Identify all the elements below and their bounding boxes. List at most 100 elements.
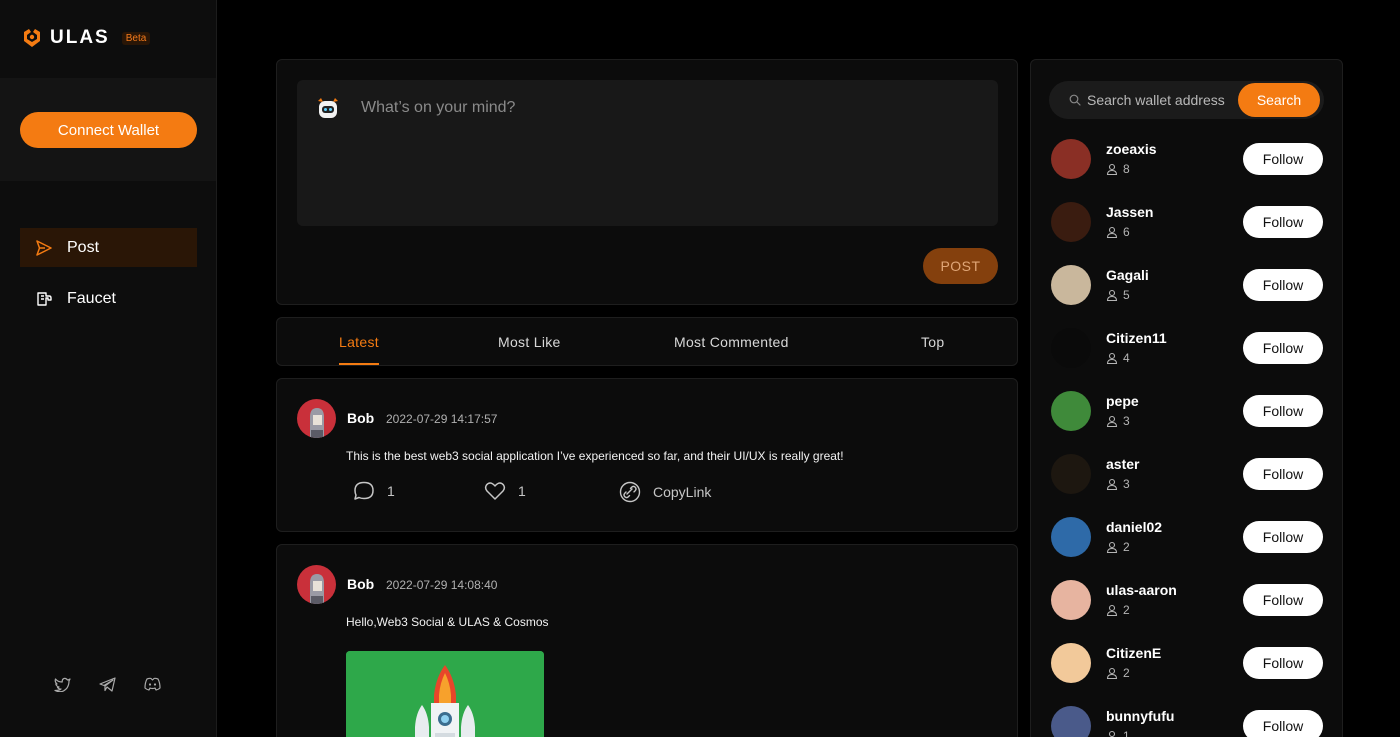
- tab-most-like[interactable]: Most Like: [498, 318, 561, 365]
- follower-count-value: 2: [1123, 666, 1130, 680]
- follower-count-value: 1: [1123, 729, 1130, 737]
- follow-button[interactable]: Follow: [1243, 332, 1323, 364]
- user-name[interactable]: bunnyfufu: [1106, 708, 1174, 724]
- avatar[interactable]: [297, 565, 336, 604]
- tab-top[interactable]: Top: [921, 318, 944, 365]
- send-icon: [34, 238, 54, 258]
- user-name[interactable]: Gagali: [1106, 267, 1149, 283]
- post-author[interactable]: Bob: [347, 410, 374, 426]
- avatar[interactable]: [1051, 580, 1091, 620]
- tab-latest[interactable]: Latest: [339, 318, 379, 365]
- brand-name: ULAS: [50, 27, 110, 48]
- user-name[interactable]: Jassen: [1106, 204, 1153, 220]
- connect-wallet-button[interactable]: Connect Wallet: [20, 112, 197, 148]
- user-row: ulas-aaron 2 Follow: [1051, 580, 1323, 620]
- composer-input[interactable]: [361, 96, 961, 120]
- avatar[interactable]: [1051, 706, 1091, 737]
- discord-icon[interactable]: [144, 677, 162, 695]
- bob-avatar-icon: [297, 399, 336, 438]
- nav-item-faucet[interactable]: Faucet: [20, 279, 197, 318]
- user-row: CitizenE 2 Follow: [1051, 643, 1323, 683]
- user-name[interactable]: pepe: [1106, 393, 1139, 409]
- follower-count: 3: [1106, 414, 1130, 428]
- user-icon: [1106, 667, 1118, 679]
- follower-count: 2: [1106, 540, 1130, 554]
- user-icon: [1106, 604, 1118, 616]
- avatar[interactable]: [1051, 202, 1091, 242]
- like-action[interactable]: 1: [484, 481, 526, 501]
- user-icon: [1106, 478, 1118, 490]
- post-button[interactable]: POST: [923, 248, 998, 284]
- user-name[interactable]: ulas-aaron: [1106, 582, 1177, 598]
- user-icon: [1106, 226, 1118, 238]
- follow-button[interactable]: Follow: [1243, 647, 1323, 679]
- follow-button[interactable]: Follow: [1243, 521, 1323, 553]
- bob-avatar-icon: [297, 565, 336, 604]
- user-name[interactable]: Citizen11: [1106, 330, 1167, 346]
- comment-action[interactable]: 1: [353, 481, 395, 501]
- follow-button[interactable]: Follow: [1243, 395, 1323, 427]
- user-row: Gagali 5 Follow: [1051, 265, 1323, 305]
- user-icon: [1106, 163, 1118, 175]
- wallet-search: Search: [1049, 81, 1324, 119]
- follower-count: 5: [1106, 288, 1130, 302]
- robot-avatar-icon: [318, 98, 338, 118]
- who-to-follow-panel: Search zoeaxis8FollowJassen6FollowGagali…: [1030, 59, 1343, 737]
- post-timestamp: 2022-07-29 14:17:57: [386, 412, 498, 426]
- app-root: ULAS Beta Connect Wallet Post Faucet Wha…: [0, 0, 1400, 737]
- avatar[interactable]: [1051, 454, 1091, 494]
- search-button[interactable]: Search: [1238, 83, 1320, 117]
- social-links: [54, 677, 162, 695]
- user-icon: [1108, 730, 1116, 737]
- heart-icon: [484, 482, 506, 500]
- follower-count: 2: [1106, 603, 1130, 617]
- follower-count: 6: [1106, 225, 1130, 239]
- post-author[interactable]: Bob: [347, 576, 374, 592]
- follower-count: 4: [1106, 351, 1130, 365]
- avatar[interactable]: [297, 399, 336, 438]
- follow-button[interactable]: Follow: [1243, 710, 1323, 737]
- telegram-icon[interactable]: [99, 677, 117, 695]
- user-icon: [1106, 352, 1118, 364]
- user-row: zoeaxis 8 Follow: [1051, 139, 1323, 179]
- avatar[interactable]: [1051, 517, 1091, 557]
- search-input[interactable]: [1087, 81, 1239, 119]
- follow-button[interactable]: Follow: [1243, 143, 1323, 175]
- follow-button[interactable]: Follow: [1243, 584, 1323, 616]
- user-row: daniel02 2 Follow: [1051, 517, 1323, 557]
- avatar[interactable]: [1051, 643, 1091, 683]
- twitter-icon[interactable]: [54, 677, 72, 695]
- tab-most-commented[interactable]: Most Commented: [674, 318, 789, 365]
- follow-button[interactable]: Follow: [1243, 269, 1323, 301]
- follow-button[interactable]: Follow: [1243, 206, 1323, 238]
- follower-count-value: 5: [1123, 288, 1130, 302]
- post-card: Bob 2022-07-29 14:17:57 This is the best…: [276, 378, 1018, 532]
- nav-label-faucet: Faucet: [67, 289, 116, 307]
- user-row: aster 3 Follow: [1051, 454, 1323, 494]
- user-name[interactable]: CitizenE: [1106, 645, 1161, 661]
- user-name[interactable]: daniel02: [1106, 519, 1162, 535]
- follower-count-value: 3: [1123, 414, 1130, 428]
- follower-count: 8: [1106, 162, 1130, 176]
- post-image[interactable]: [346, 651, 544, 737]
- follower-count-value: 2: [1123, 603, 1130, 617]
- copy-link-action[interactable]: CopyLink: [619, 481, 711, 503]
- avatar[interactable]: [1051, 139, 1091, 179]
- post-composer: POST: [276, 59, 1018, 305]
- comment-count: 1: [387, 483, 395, 499]
- nav-item-post[interactable]: Post: [20, 228, 197, 267]
- post-card: Bob 2022-07-29 14:08:40 Hello,Web3 Socia…: [276, 544, 1018, 737]
- follower-count: 3: [1106, 477, 1130, 491]
- follower-count-value: 6: [1123, 225, 1130, 239]
- search-icon: [1069, 94, 1081, 106]
- user-name[interactable]: zoeaxis: [1106, 141, 1157, 157]
- sidebar: ULAS Beta Connect Wallet Post Faucet: [0, 0, 217, 737]
- avatar[interactable]: [1051, 391, 1091, 431]
- post-timestamp: 2022-07-29 14:08:40: [386, 578, 498, 592]
- beta-badge: Beta: [121, 31, 151, 45]
- follow-button[interactable]: Follow: [1243, 458, 1323, 490]
- avatar[interactable]: [1051, 265, 1091, 305]
- logo[interactable]: ULAS Beta: [20, 26, 151, 50]
- avatar[interactable]: [1051, 328, 1091, 368]
- user-name[interactable]: aster: [1106, 456, 1139, 472]
